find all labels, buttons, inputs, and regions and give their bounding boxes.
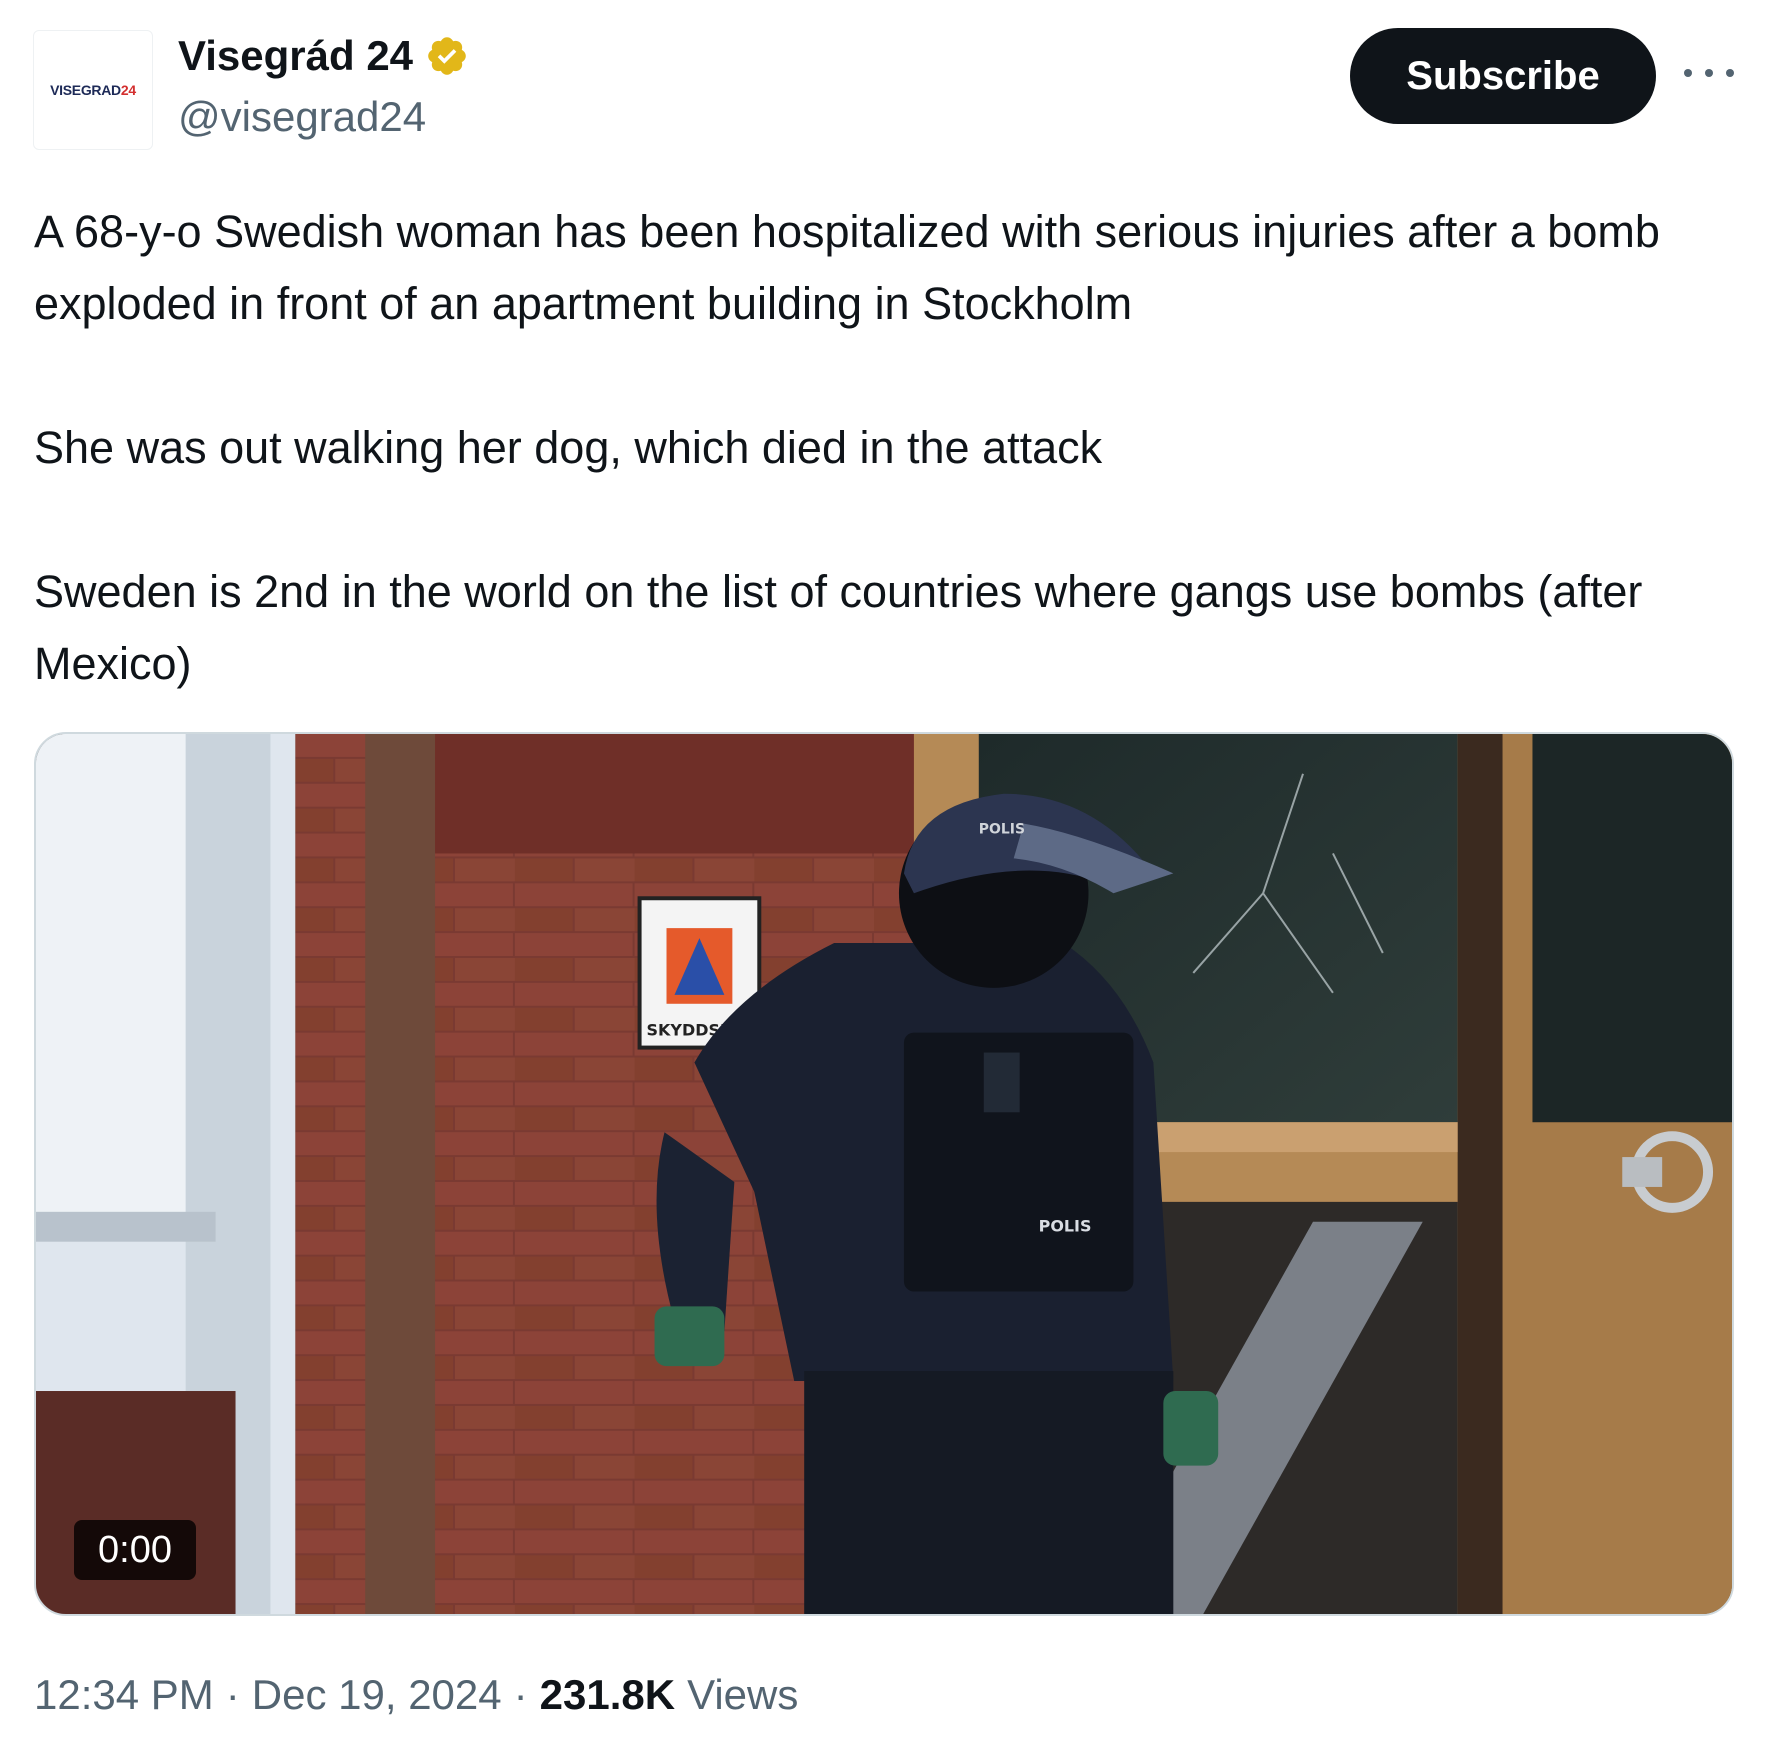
views-label: Views	[687, 1671, 799, 1718]
subscribe-button[interactable]: Subscribe	[1350, 28, 1656, 124]
more-dot	[1705, 69, 1713, 77]
meta-separator: ·	[513, 1671, 528, 1718]
tweet-text: A 68-y-o Swedish woman has been hospital…	[34, 196, 1734, 700]
tweet-paragraph: A 68-y-o Swedish woman has been hospital…	[34, 206, 1660, 329]
vest-text: POLIS	[1039, 1217, 1092, 1236]
display-name-text[interactable]: Visegrád 24	[178, 32, 413, 80]
video-thumbnail: SKYDDSRU POLIS POLIS	[36, 734, 1732, 1614]
tweet-date[interactable]: Dec 19, 2024	[252, 1671, 502, 1719]
tweet-paragraph: She was out walking her dog, which died …	[34, 422, 1103, 473]
avatar-logo: VISEGRAD24	[50, 82, 136, 98]
meta-separator: ·	[225, 1671, 240, 1718]
author-handle[interactable]: @visegrad24	[178, 93, 426, 141]
cap-text: POLIS	[979, 822, 1025, 838]
author-avatar[interactable]: VISEGRAD24	[33, 30, 153, 150]
more-dot	[1684, 69, 1692, 77]
author-display-name[interactable]: Visegrád 24	[178, 32, 469, 80]
views-count[interactable]: 231.8K	[540, 1671, 675, 1719]
video-duration: 0:00	[74, 1520, 196, 1580]
video-player[interactable]: SKYDDSRU POLIS POLIS 0:00	[34, 732, 1734, 1616]
tweet-card: VISEGRAD24 Visegrád 24 @visegrad24 Subsc…	[0, 0, 1767, 1751]
tweet-time[interactable]: 12:34 PM	[34, 1671, 214, 1719]
tweet-paragraph: Sweden is 2nd in the world on the list o…	[34, 566, 1643, 689]
more-options-icon[interactable]	[1684, 58, 1734, 88]
verified-badge-icon	[428, 37, 466, 75]
more-dot	[1726, 69, 1734, 77]
tweet-meta: 12:34 PM · Dec 19, 2024 · 231.8K Views	[34, 1671, 798, 1719]
